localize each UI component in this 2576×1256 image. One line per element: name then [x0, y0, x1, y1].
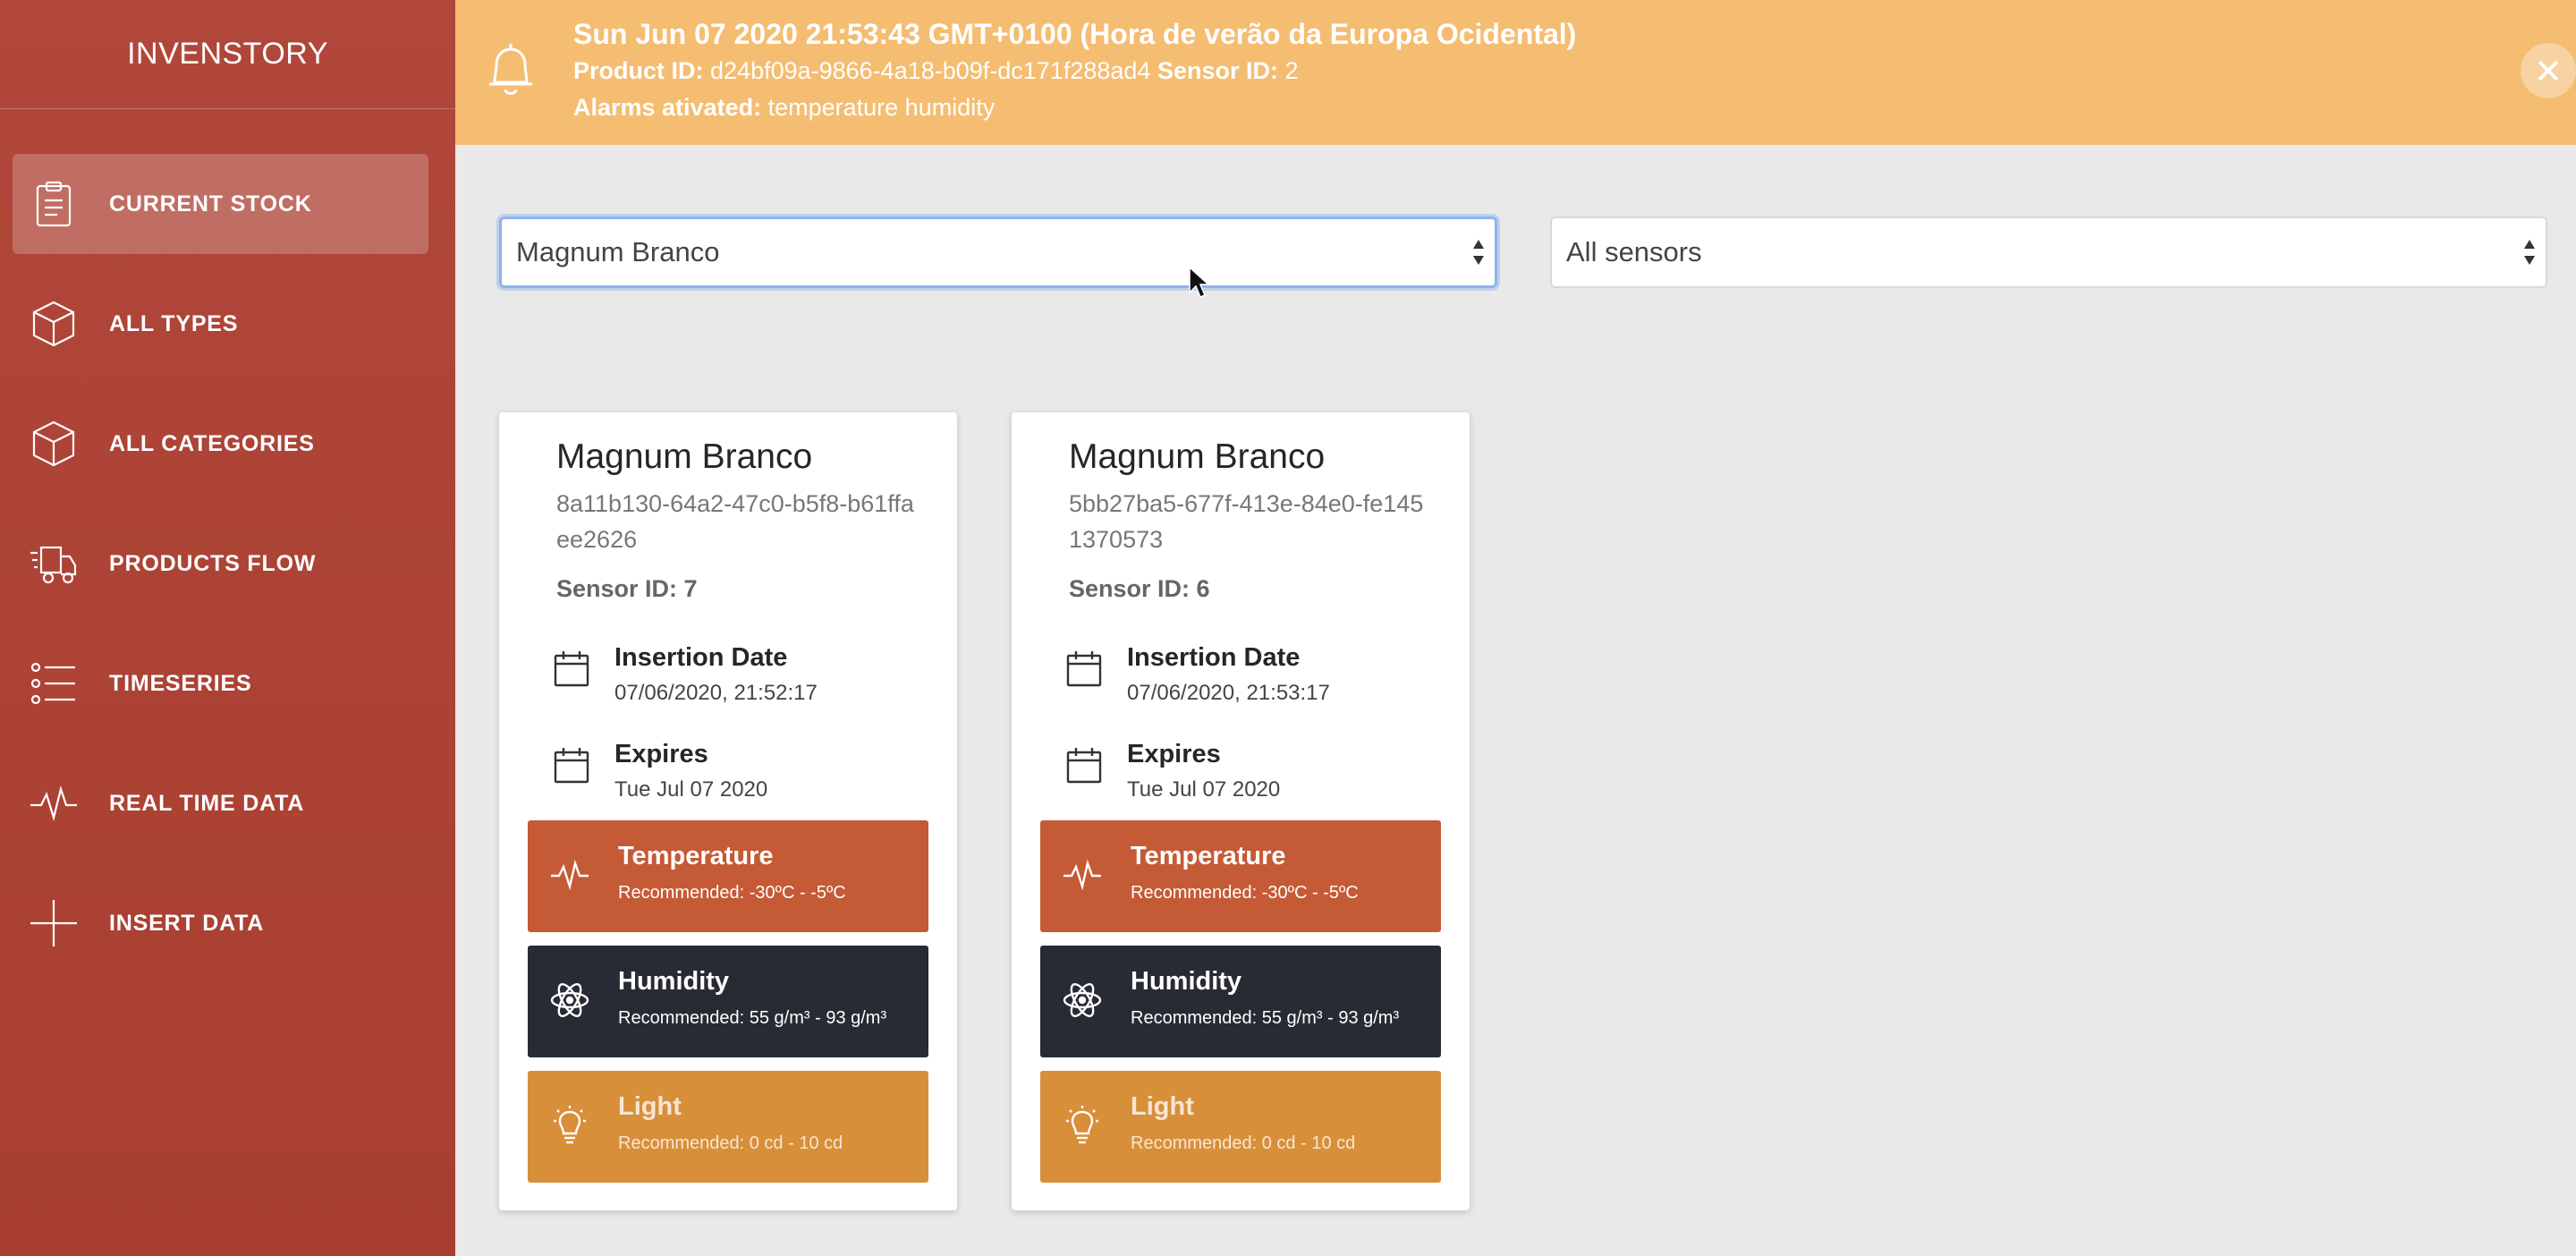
select-arrows-icon — [1471, 236, 1486, 268]
product-name: Magnum Branco — [1069, 437, 1326, 476]
sensor-id-value: 6 — [1196, 575, 1210, 602]
sidebar-item-label: CURRENT STOCK — [109, 191, 312, 216]
product-card[interactable]: Magnum Branco 8a11b130-64a2-47c0-b5f8-b6… — [499, 412, 957, 1210]
sensor-id-label: Sensor ID: — [1157, 57, 1278, 84]
sensor-id-value: 2 — [1284, 57, 1299, 84]
expires-label: Expires — [614, 740, 708, 768]
calendar-icon — [553, 649, 590, 688]
sidebar-item-label: TIMESERIES — [109, 670, 252, 696]
lightbulb-icon — [549, 1105, 590, 1146]
bell-icon — [482, 39, 539, 102]
alarms-value: temperature humidity — [767, 94, 996, 121]
product-name: Magnum Branco — [556, 437, 813, 476]
sidebar-item-label: ALL TYPES — [109, 310, 239, 336]
humidity-label: Humidity — [1131, 967, 1242, 996]
product-select-value: Magnum Branco — [516, 236, 720, 267]
pulse-icon — [1062, 854, 1103, 895]
atom-icon — [1062, 980, 1103, 1021]
sensor-id-label: Sensor ID: — [556, 575, 678, 602]
expires-label: Expires — [1127, 740, 1221, 768]
sidebar-nav: CURRENT STOCK ALL TYPES ALL CATEGORIES P… — [0, 109, 455, 973]
select-arrows-icon — [2522, 236, 2537, 268]
product-id: 5bb27ba5-677f-413e-84e0-fe1451370573 — [1069, 490, 1424, 553]
sidebar-item-label: ALL CATEGORIES — [109, 430, 315, 456]
humidity-panel[interactable]: Humidity Recommended: 55 g/m³ - 93 g/m³ — [528, 946, 928, 1057]
alarm-activated-line: Alarms ativated: temperature humidity — [573, 89, 1576, 126]
cube-icon — [27, 297, 80, 351]
light-label: Light — [618, 1092, 682, 1121]
sidebar-item-all-categories[interactable]: ALL CATEGORIES — [13, 394, 428, 494]
expiry-date: Expires Tue Jul 07 2020 — [553, 740, 928, 811]
expires-value: Tue Jul 07 2020 — [1127, 777, 1281, 802]
pulse-icon — [27, 777, 80, 830]
insertion-date-label: Insertion Date — [1127, 643, 1301, 672]
atom-icon — [549, 980, 590, 1021]
sensor-id: Sensor ID: 6 — [1069, 575, 1210, 603]
mouse-cursor-icon — [1189, 266, 1209, 298]
temperature-panel[interactable]: Temperature Recommended: -30ºC - -5ºC — [1040, 820, 1441, 932]
light-recommended: Recommended: 0 cd - 10 cd — [1131, 1133, 1356, 1153]
sensor-select-value: All sensors — [1566, 236, 1702, 267]
humidity-label: Humidity — [618, 967, 730, 996]
sensor-id-value: 7 — [683, 575, 698, 602]
insertion-date-value: 07/06/2020, 21:53:17 — [1127, 681, 1330, 705]
expiry-date: Expires Tue Jul 07 2020 — [1065, 740, 1441, 811]
humidity-panel[interactable]: Humidity Recommended: 55 g/m³ - 93 g/m³ — [1040, 946, 1441, 1057]
sidebar: INVENSTORY CURRENT STOCK ALL TYPES ALL C… — [0, 0, 455, 1256]
close-icon — [2538, 60, 2559, 81]
sidebar-item-label: INSERT DATA — [109, 910, 265, 936]
product-select[interactable]: Magnum Branco — [499, 216, 1497, 288]
list-icon — [27, 657, 80, 710]
light-panel[interactable]: Light Recommended: 0 cd - 10 cd — [528, 1071, 928, 1183]
product-id-value: d24bf09a-9866-4a18-b09f-dc171f288ad4 — [710, 57, 1151, 84]
lightbulb-icon — [1062, 1105, 1103, 1146]
sidebar-item-timeseries[interactable]: TIMESERIES — [13, 633, 428, 734]
sidebar-item-insert-data[interactable]: INSERT DATA — [13, 873, 428, 973]
pulse-icon — [549, 854, 590, 895]
sidebar-item-current-stock[interactable]: CURRENT STOCK — [13, 154, 428, 254]
sensor-select[interactable]: All sensors — [1550, 216, 2547, 288]
cube-icon — [27, 417, 80, 471]
sidebar-item-products-flow[interactable]: PRODUCTS FLOW — [13, 513, 428, 614]
temperature-recommended: Recommended: -30ºC - -5ºC — [1131, 883, 1359, 903]
sidebar-item-label: PRODUCTS FLOW — [109, 550, 317, 576]
temperature-recommended: Recommended: -30ºC - -5ºC — [618, 883, 846, 903]
temperature-label: Temperature — [1131, 842, 1286, 870]
temperature-panel[interactable]: Temperature Recommended: -30ºC - -5ºC — [528, 820, 928, 932]
clipboard-icon — [27, 177, 80, 231]
close-alert-button[interactable] — [2521, 43, 2576, 98]
expires-value: Tue Jul 07 2020 — [614, 777, 768, 802]
alarm-notification: Sun Jun 07 2020 21:53:43 GMT+0100 (Hora … — [455, 0, 2576, 145]
insertion-date: Insertion Date 07/06/2020, 21:53:17 — [1065, 643, 1441, 715]
temperature-label: Temperature — [618, 842, 774, 870]
alarm-timestamp: Sun Jun 07 2020 21:53:43 GMT+0100 (Hora … — [573, 18, 1577, 50]
humidity-recommended: Recommended: 55 g/m³ - 93 g/m³ — [618, 1008, 887, 1028]
light-recommended: Recommended: 0 cd - 10 cd — [618, 1133, 843, 1153]
product-id-label: Product ID: — [573, 57, 704, 84]
product-card[interactable]: Magnum Branco 5bb27ba5-677f-413e-84e0-fe… — [1012, 412, 1470, 1210]
sensor-id: Sensor ID: 7 — [556, 575, 698, 603]
alarm-product-line: Product ID: d24bf09a-9866-4a18-b09f-dc17… — [573, 53, 1576, 89]
sidebar-item-all-types[interactable]: ALL TYPES — [13, 274, 428, 374]
plus-icon — [27, 896, 80, 950]
truck-icon — [27, 537, 80, 590]
calendar-icon — [1065, 649, 1103, 688]
product-id: 8a11b130-64a2-47c0-b5f8-b61ffaee2626 — [556, 490, 914, 553]
light-label: Light — [1131, 1092, 1194, 1121]
light-panel[interactable]: Light Recommended: 0 cd - 10 cd — [1040, 1071, 1441, 1183]
calendar-icon — [553, 745, 590, 785]
humidity-recommended: Recommended: 55 g/m³ - 93 g/m³ — [1131, 1008, 1400, 1028]
insertion-date-value: 07/06/2020, 21:52:17 — [614, 681, 818, 705]
sidebar-item-label: REAL TIME DATA — [109, 790, 305, 816]
sidebar-item-real-time-data[interactable]: REAL TIME DATA — [13, 753, 428, 853]
calendar-icon — [1065, 745, 1103, 785]
sensor-id-label: Sensor ID: — [1069, 575, 1191, 602]
insertion-date: Insertion Date 07/06/2020, 21:52:17 — [553, 643, 928, 715]
insertion-date-label: Insertion Date — [614, 643, 788, 672]
alarm-text: Sun Jun 07 2020 21:53:43 GMT+0100 (Hora … — [573, 16, 1576, 126]
app-title[interactable]: INVENSTORY — [0, 0, 455, 109]
alarms-label: Alarms ativated: — [573, 94, 762, 121]
